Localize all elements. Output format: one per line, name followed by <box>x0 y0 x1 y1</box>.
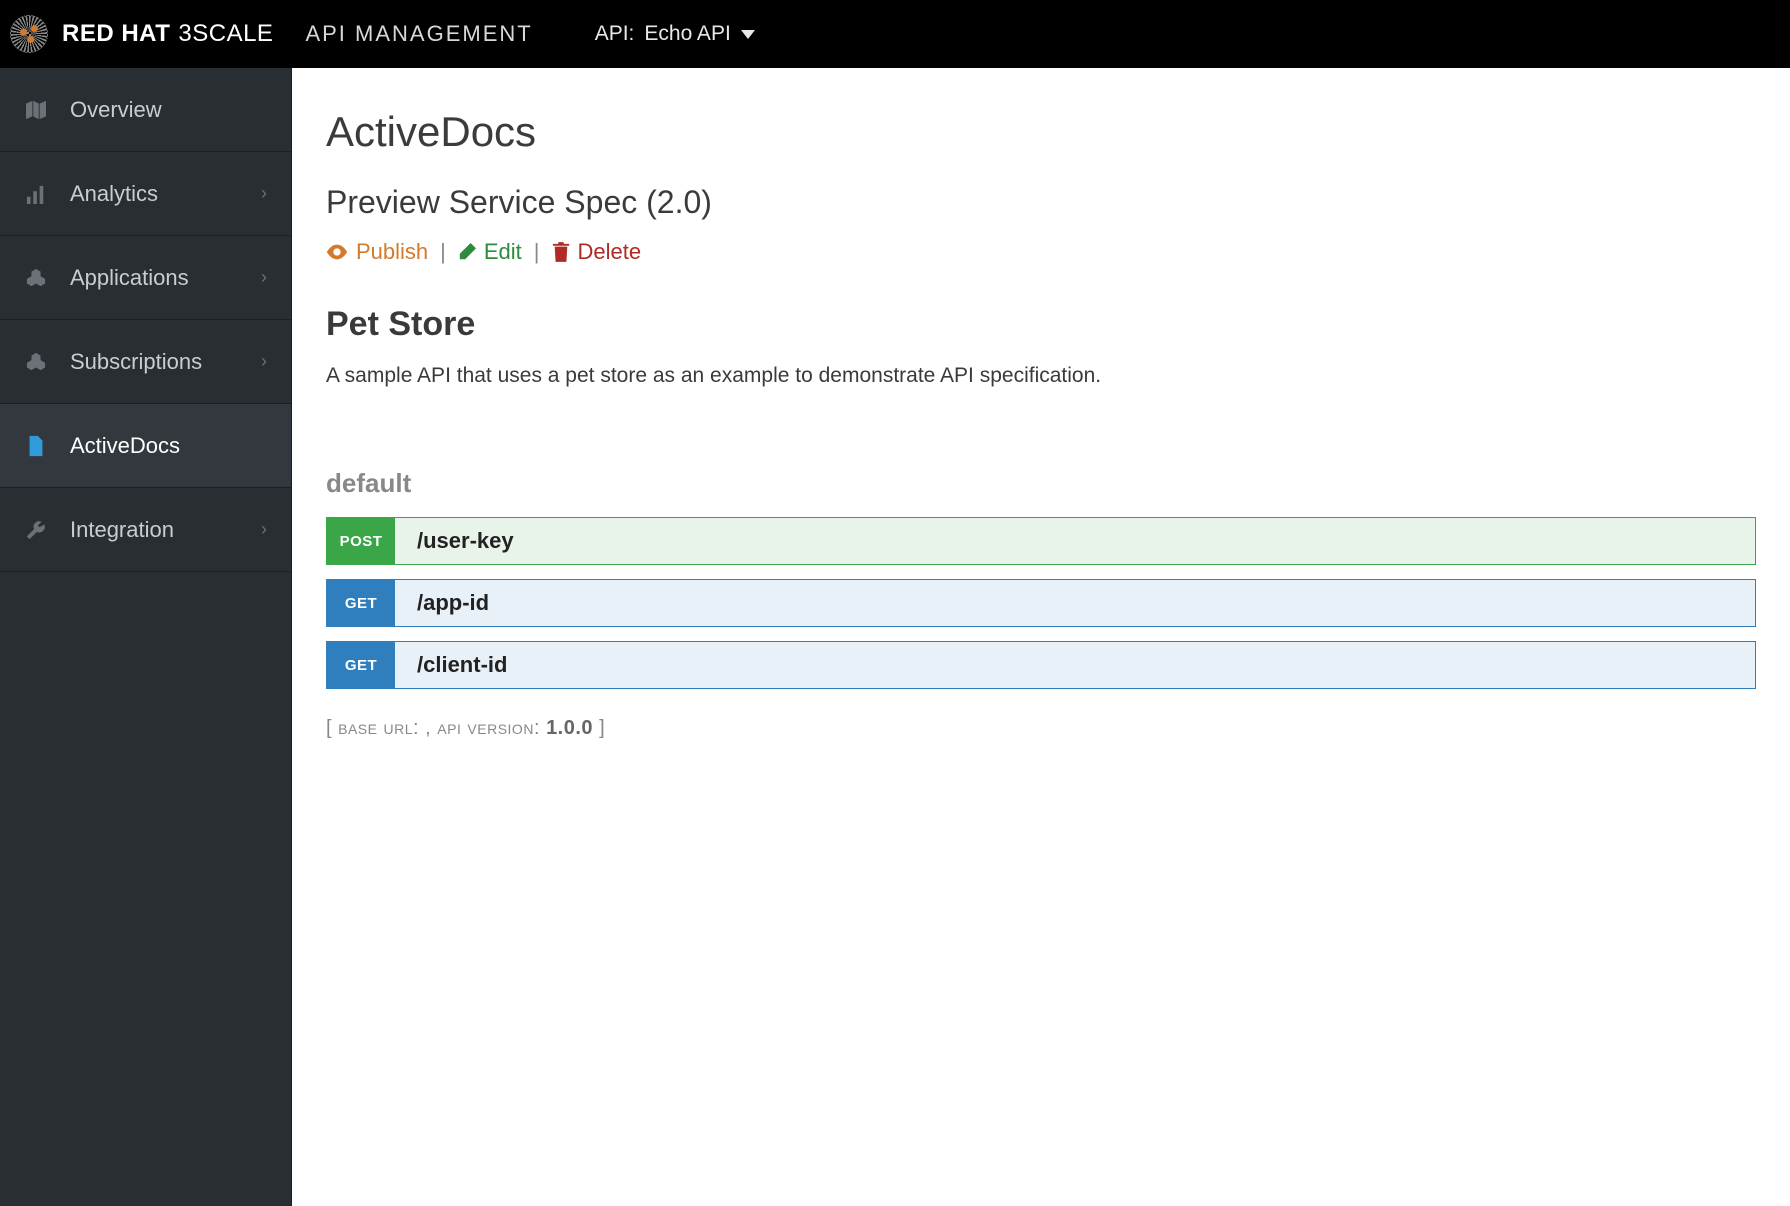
sidebar-item-label: Subscriptions <box>70 349 239 375</box>
sidebar-item-integration[interactable]: Integration › <box>0 488 291 572</box>
cubes-icon <box>24 352 48 372</box>
api-selector-value: Echo API <box>644 22 730 46</box>
chevron-right-icon: › <box>261 267 267 288</box>
operation-row[interactable]: POST /user-key <box>326 517 1756 565</box>
cubes-icon <box>24 268 48 288</box>
eye-icon <box>326 244 348 260</box>
brand-text: RED HAT 3SCALE API MANAGEMENT <box>62 20 533 48</box>
sidebar-item-label: Analytics <box>70 181 239 207</box>
edit-button[interactable]: Edit <box>458 239 522 265</box>
brand-main: RED HAT <box>62 20 170 48</box>
chevron-right-icon: › <box>261 519 267 540</box>
api-selector-prefix: API: <box>595 22 635 46</box>
chevron-right-icon: › <box>261 183 267 204</box>
sidebar-item-label: Overview <box>70 97 267 123</box>
separator: | <box>534 239 540 265</box>
separator: | <box>440 239 446 265</box>
sidebar-item-applications[interactable]: Applications › <box>0 236 291 320</box>
operation-path: /user-key <box>395 528 514 554</box>
spec-footer: [ base url: , api version: 1.0.0 ] <box>326 717 1756 740</box>
sidebar-item-overview[interactable]: Overview <box>0 68 291 152</box>
topbar: RED HAT 3SCALE API MANAGEMENT API: Echo … <box>0 0 1790 68</box>
bracket: ] <box>599 717 605 739</box>
publish-label: Publish <box>356 239 428 265</box>
http-method-badge: POST <box>327 518 395 564</box>
tag-header: default <box>326 468 1756 499</box>
bars-icon <box>24 184 48 204</box>
operation-path: /app-id <box>395 590 489 616</box>
operation-row[interactable]: GET /client-id <box>326 641 1756 689</box>
sidebar-item-activedocs[interactable]: ActiveDocs <box>0 404 291 488</box>
brand-block: RED HAT 3SCALE API MANAGEMENT <box>10 15 533 53</box>
publish-button[interactable]: Publish <box>326 239 428 265</box>
sidebar-item-analytics[interactable]: Analytics › <box>0 152 291 236</box>
pencil-icon <box>458 243 476 261</box>
api-description: A sample API that uses a pet store as an… <box>326 364 1756 388</box>
page-subtitle: Preview Service Spec (2.0) <box>326 184 1756 221</box>
api-selector[interactable]: API: Echo API <box>595 22 755 46</box>
chevron-right-icon: › <box>261 351 267 372</box>
version-value: 1.0.0 <box>546 717 593 739</box>
sidebar-item-label: Applications <box>70 265 239 291</box>
brand-sub: API MANAGEMENT <box>305 21 532 47</box>
operation-path: /client-id <box>395 652 507 678</box>
sidebar-item-label: ActiveDocs <box>70 433 267 459</box>
wrench-icon <box>24 519 48 541</box>
base-url-label: base url <box>338 717 413 739</box>
sidebar-item-subscriptions[interactable]: Subscriptions › <box>0 320 291 404</box>
page-title: ActiveDocs <box>326 108 1756 156</box>
delete-button[interactable]: Delete <box>552 239 642 265</box>
chevron-down-icon <box>741 30 755 39</box>
sidebar: Overview Analytics › Applications › Subs… <box>0 68 292 1206</box>
edit-label: Edit <box>484 239 522 265</box>
trash-icon <box>552 242 570 262</box>
http-method-badge: GET <box>327 642 395 688</box>
doc-icon <box>24 435 48 457</box>
sidebar-item-label: Integration <box>70 517 239 543</box>
bracket: [ <box>326 717 332 739</box>
brand-logo-icon <box>10 15 48 53</box>
separator: , <box>425 717 437 739</box>
version-label: api version <box>437 717 534 739</box>
action-row: Publish | Edit | Delete <box>326 239 1756 265</box>
api-title: Pet Store <box>326 305 1756 344</box>
http-method-badge: GET <box>327 580 395 626</box>
delete-label: Delete <box>578 239 642 265</box>
operation-row[interactable]: GET /app-id <box>326 579 1756 627</box>
brand-reg: 3SCALE <box>178 20 273 48</box>
map-icon <box>24 100 48 120</box>
main-content: ActiveDocs Preview Service Spec (2.0) Pu… <box>292 68 1790 1206</box>
